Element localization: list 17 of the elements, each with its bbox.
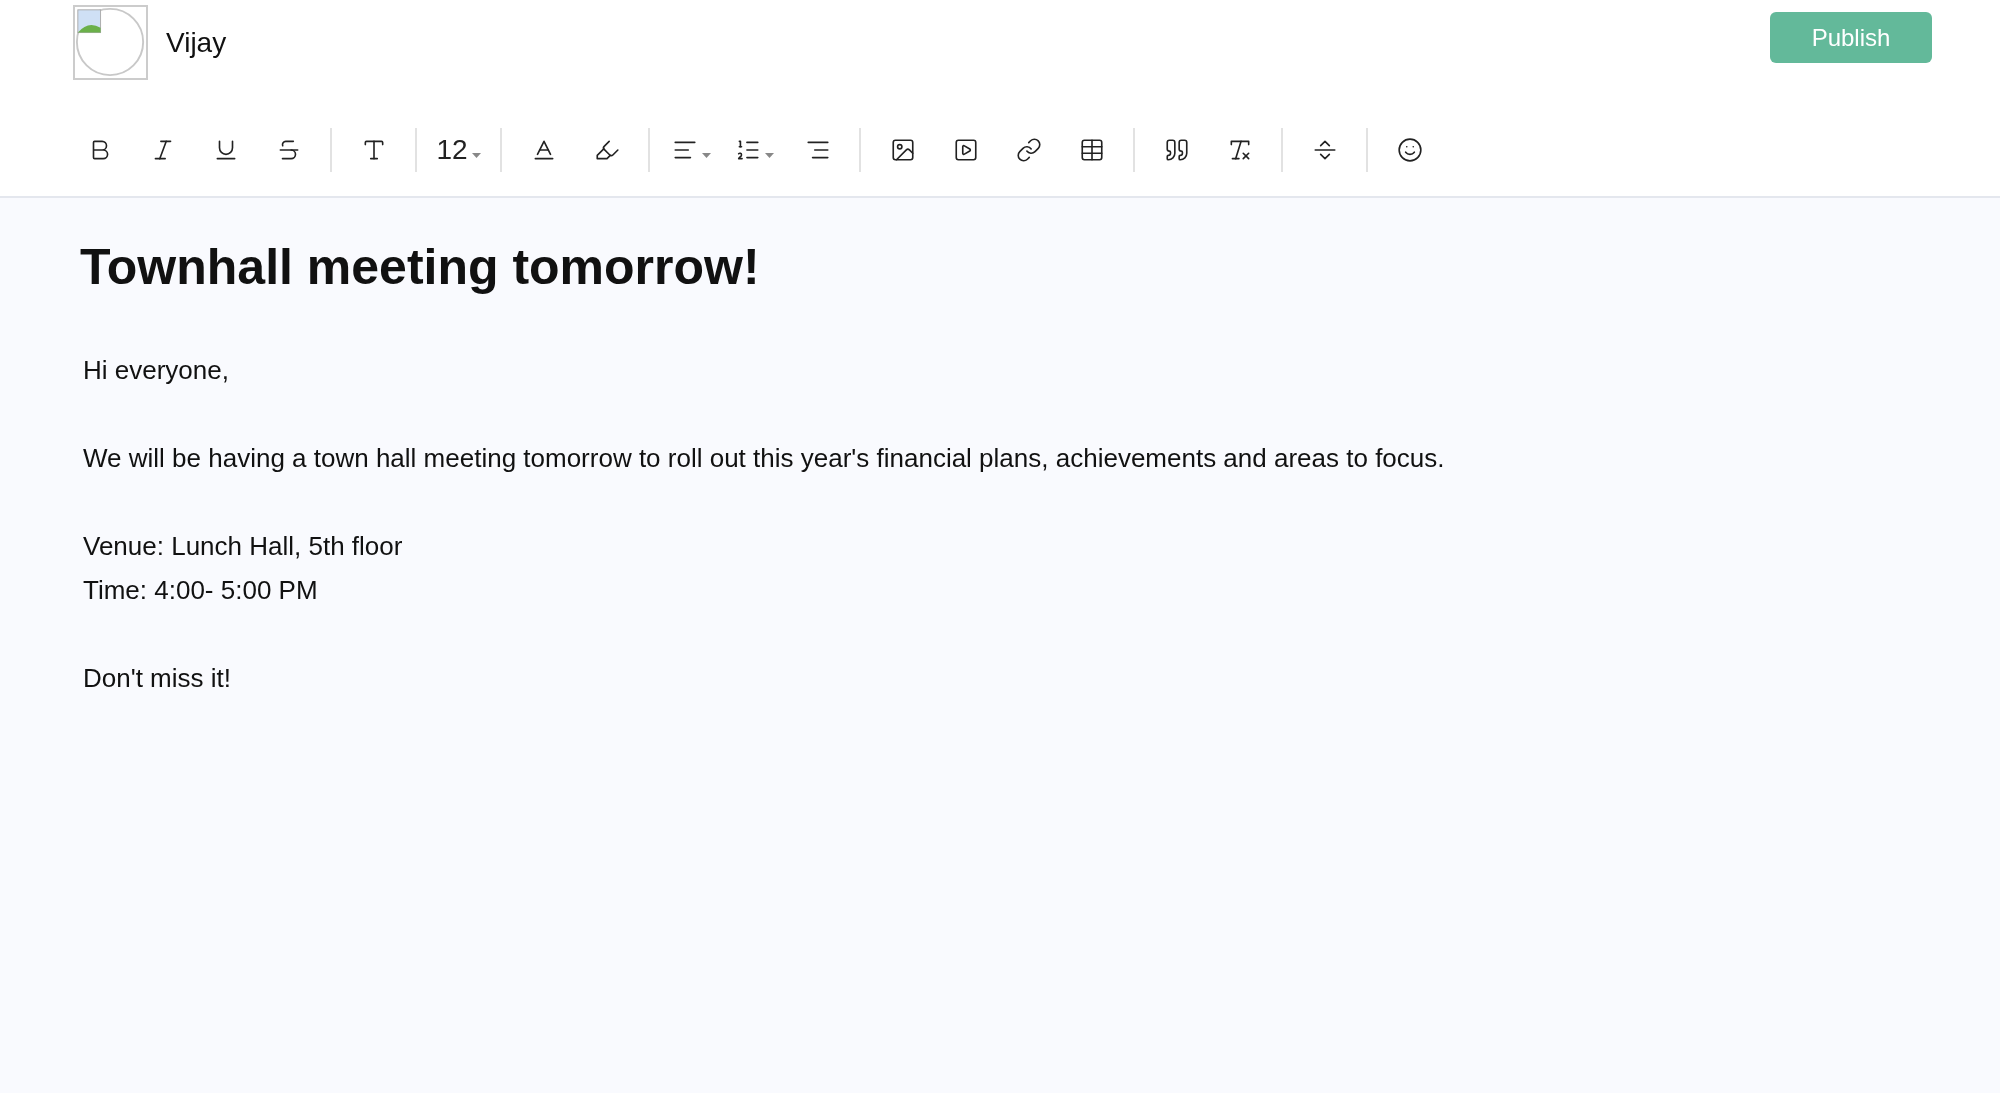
paragraph: Don't miss it! (83, 662, 232, 695)
insert-link-icon (1015, 136, 1042, 163)
insert-video-icon (952, 136, 979, 163)
font-size-dropdown[interactable]: 12 (427, 129, 490, 170)
caret-icon (765, 152, 774, 159)
caret-icon (471, 152, 481, 159)
paragraph: Venue: Lunch Hall, 5th floor (83, 530, 404, 563)
user-name: Vijay (166, 26, 227, 59)
insert-image-icon (889, 136, 916, 163)
paragraph: We will be having a town hall meeting tomorrow to roll out this year's financial plans, achievements and areas to focus. (83, 442, 1446, 475)
paragraph: Time: 4:00- 5:00 PM (83, 574, 319, 607)
insert-table-icon (1078, 136, 1105, 163)
paragraph: Hi everyone, (83, 354, 230, 387)
quote-icon (1163, 136, 1190, 163)
document-title: Townhall meeting tomorrow! (80, 238, 761, 296)
emoji-icon (1396, 136, 1423, 163)
caret-icon (702, 152, 711, 159)
